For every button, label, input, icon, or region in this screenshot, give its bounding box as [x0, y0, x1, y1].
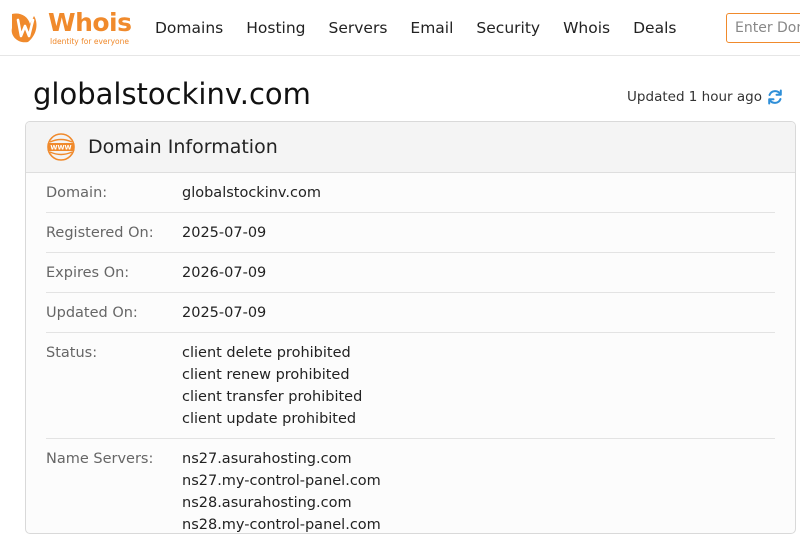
- updated-date: 2025-07-09: [182, 305, 267, 321]
- updated-status: Updated 1 hour ago: [627, 88, 784, 106]
- name-server-item: ns27.asurahosting.com: [182, 451, 352, 467]
- domain-search-input[interactable]: [726, 13, 800, 43]
- status-item: client renew prohibited: [182, 367, 350, 383]
- status-item: client transfer prohibited: [182, 389, 363, 405]
- row-label: Status:: [46, 345, 98, 361]
- domain-information-card: WWW Domain Information Domain: globalsto…: [25, 121, 796, 534]
- row-label: Expires On:: [46, 265, 130, 281]
- row-status: Status: client delete prohibited client …: [46, 333, 775, 439]
- updated-text: Updated 1 hour ago: [627, 89, 762, 105]
- nav-hosting[interactable]: Hosting: [246, 19, 305, 37]
- row-name-servers: Name Servers: ns27.asurahosting.com ns27…: [46, 439, 775, 533]
- row-value: 2026-07-09: [182, 262, 266, 284]
- nav-deals[interactable]: Deals: [633, 19, 676, 37]
- row-label: Name Servers:: [46, 451, 154, 467]
- whois-logo[interactable]: Whois Identity for everyone: [8, 8, 132, 48]
- name-server-item: ns27.my-control-panel.com: [182, 473, 381, 489]
- row-label: Updated On:: [46, 305, 138, 321]
- domain-value: globalstockinv.com: [182, 185, 321, 201]
- row-label: Domain:: [46, 185, 108, 201]
- row-value: 2025-07-09: [182, 222, 266, 244]
- www-icon-label: WWW: [50, 144, 71, 152]
- row-value: client delete prohibited client renew pr…: [182, 342, 362, 430]
- row-registered-on: Registered On: 2025-07-09: [46, 213, 775, 253]
- nav-domains[interactable]: Domains: [155, 19, 223, 37]
- domain-info-table: Domain: globalstockinv.com Registered On…: [26, 173, 795, 533]
- row-domain: Domain: globalstockinv.com: [46, 173, 775, 213]
- row-expires-on: Expires On: 2026-07-09: [46, 253, 775, 293]
- registered-date: 2025-07-09: [182, 225, 267, 241]
- row-value: globalstockinv.com: [182, 182, 321, 204]
- card-title: Domain Information: [88, 136, 278, 158]
- nav-whois[interactable]: Whois: [563, 19, 610, 37]
- refresh-icon[interactable]: [766, 88, 784, 106]
- nav-servers[interactable]: Servers: [329, 19, 388, 37]
- whois-logo-icon: [11, 13, 37, 43]
- row-updated-on: Updated On: 2025-07-09: [46, 293, 775, 333]
- row-label: Registered On:: [46, 225, 154, 241]
- top-navigation-bar: Whois Identity for everyone Domains Host…: [0, 0, 800, 56]
- page-title: globalstockinv.com: [33, 77, 311, 111]
- name-server-item: ns28.my-control-panel.com: [182, 517, 381, 533]
- logo-wordmark: Whois: [48, 8, 132, 37]
- card-header: WWW Domain Information: [26, 122, 795, 173]
- name-server-item: ns28.asurahosting.com: [182, 495, 352, 511]
- row-value: ns27.asurahosting.com ns27.my-control-pa…: [182, 448, 381, 533]
- www-globe-icon: WWW: [47, 133, 75, 161]
- expires-date: 2026-07-09: [182, 265, 267, 281]
- main-nav: Domains Hosting Servers Email Security W…: [143, 0, 699, 56]
- logo-tagline: Identity for everyone: [50, 37, 129, 46]
- row-value: 2025-07-09: [182, 302, 266, 324]
- nav-security[interactable]: Security: [476, 19, 540, 37]
- status-item: client update prohibited: [182, 411, 357, 427]
- nav-email[interactable]: Email: [410, 19, 453, 37]
- status-item: client delete prohibited: [182, 345, 351, 361]
